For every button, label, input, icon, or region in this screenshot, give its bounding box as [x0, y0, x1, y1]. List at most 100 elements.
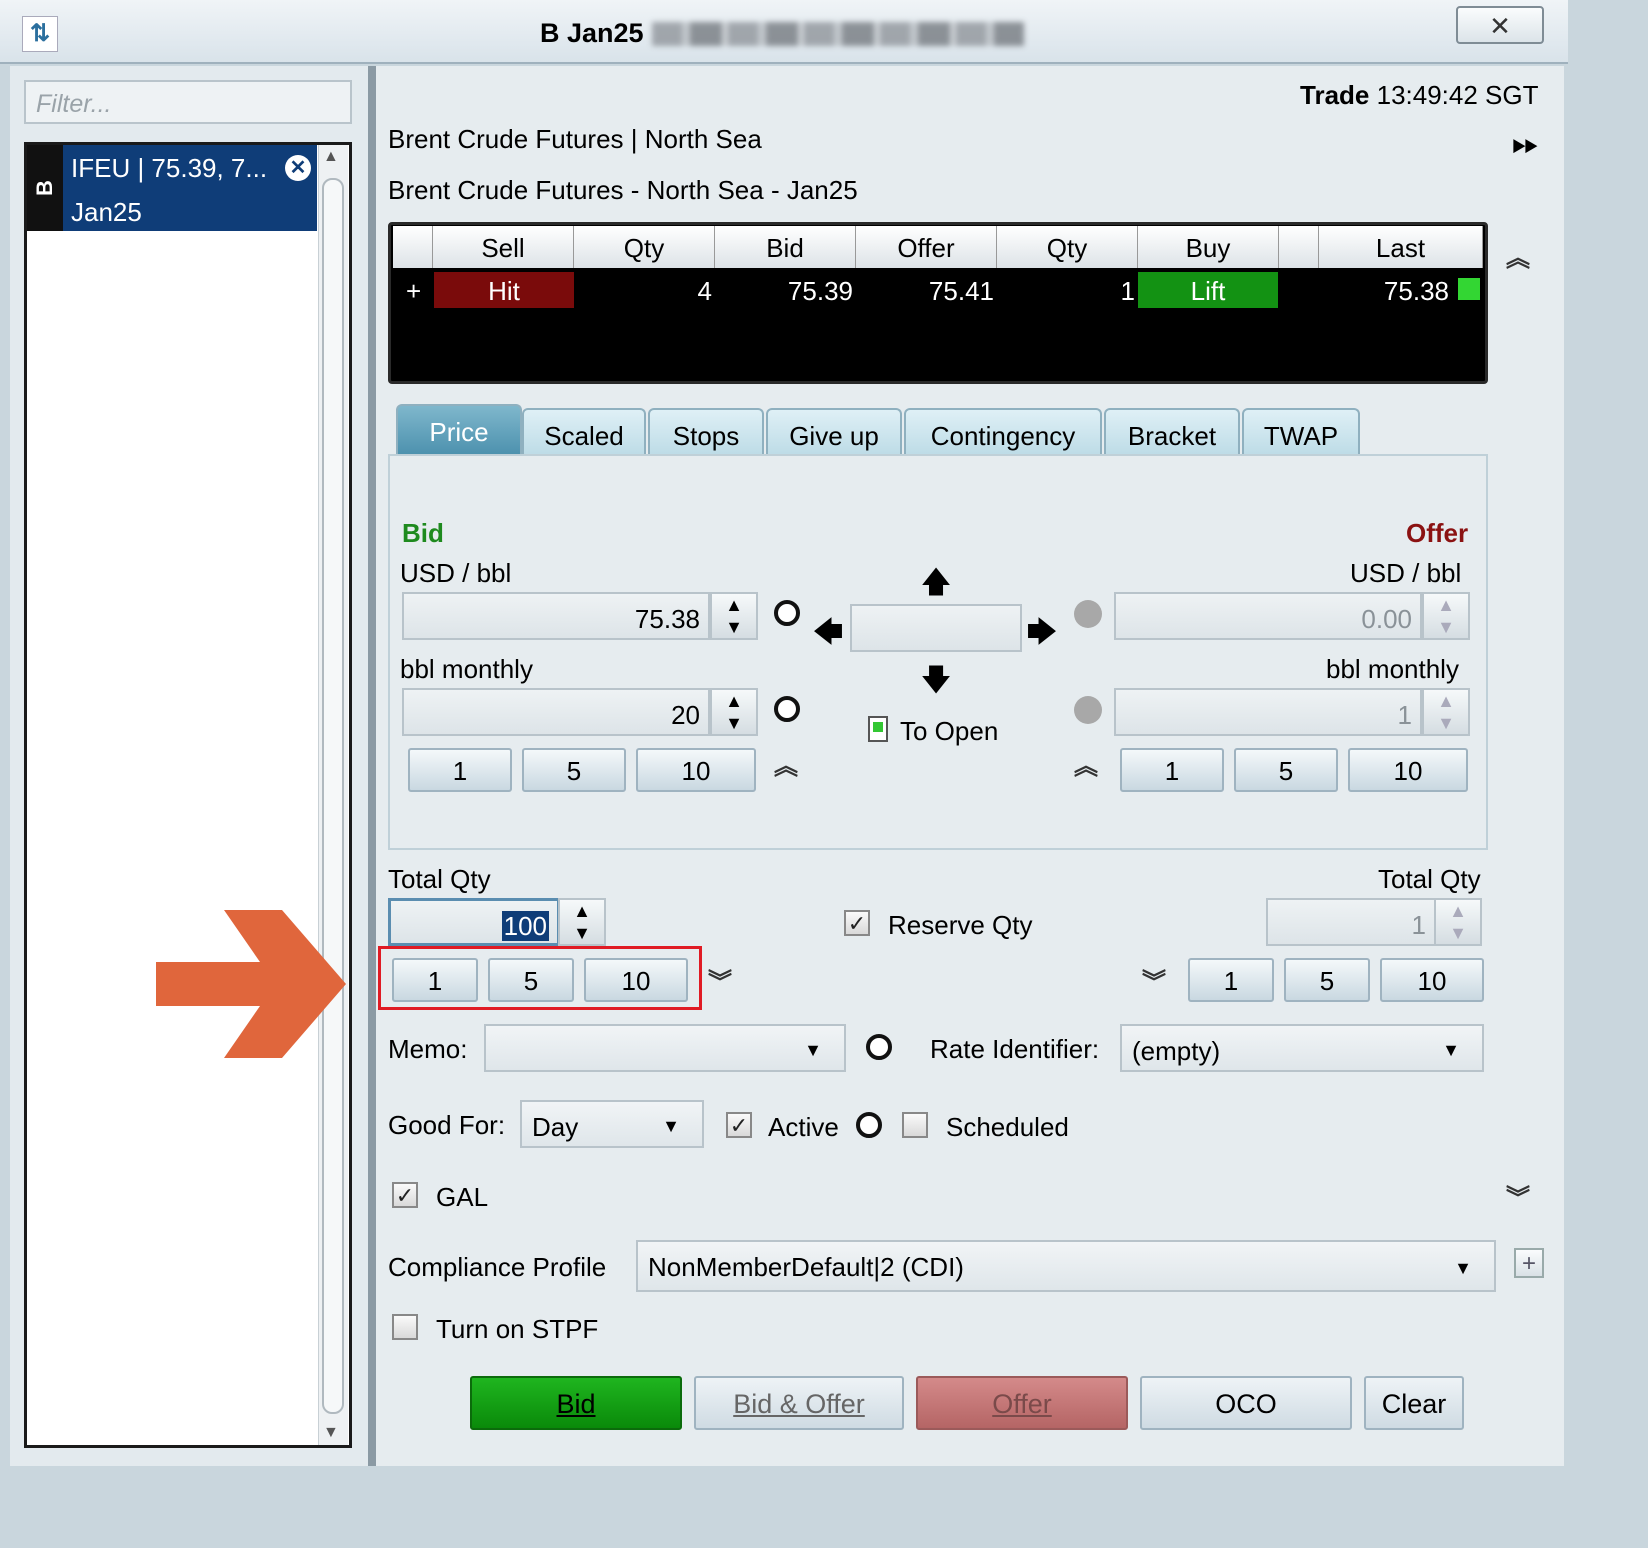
bid-collapse-icon[interactable]: ︽	[774, 746, 798, 781]
scroll-up-icon[interactable]: ▲	[323, 148, 339, 166]
bid-and-offer-button[interactable]: Bid & Offer	[694, 1376, 904, 1430]
last-tick-indicator	[1458, 278, 1480, 300]
last-price: 75.38	[1383, 276, 1449, 306]
scroll-thumb[interactable]	[322, 178, 344, 1414]
offer-unit-label: USD / bbl	[1350, 558, 1462, 588]
memo-radio[interactable]	[866, 1034, 892, 1060]
offer-qty-input[interactable]: 1	[1114, 688, 1422, 736]
offer-total-qty-stepper[interactable]: ▲ ▼	[1434, 898, 1482, 946]
splitter[interactable]	[368, 66, 376, 1466]
center-spread-field[interactable]	[850, 604, 1022, 652]
offer-price-stepper[interactable]: ▲ ▼	[1422, 592, 1470, 640]
bid-qty-stepper[interactable]: ▲ ▼	[710, 688, 758, 736]
trade-time: Trade 13:49:42 SGT	[1300, 80, 1539, 110]
collapse-quotes-icon[interactable]: ︽	[1506, 238, 1530, 273]
swap-arrows-icon[interactable]: ⇅	[22, 16, 58, 52]
rate-identifier-select[interactable]: (empty) ▼	[1120, 1024, 1484, 1072]
tab-stops[interactable]: Stops	[648, 408, 764, 456]
quote-header-offer-qty: Qty	[997, 226, 1138, 268]
tab-scaled[interactable]: Scaled	[522, 408, 646, 456]
offer-total-quick-5-button[interactable]: 5	[1284, 958, 1370, 1002]
tab-twap[interactable]: TWAP	[1242, 408, 1360, 456]
order-list	[24, 142, 352, 1448]
quote-header-last: Last	[1319, 226, 1483, 268]
offer-total-quick-1-button[interactable]: 1	[1188, 958, 1274, 1002]
offer-price-input[interactable]: 0.00	[1114, 592, 1422, 640]
offer-price[interactable]: 75.41	[856, 272, 994, 308]
offer-quick-10-button[interactable]: 10	[1348, 748, 1468, 792]
offer-total-expand-icon[interactable]: ︾	[1142, 962, 1166, 997]
highlight-box	[378, 946, 702, 1010]
list-item[interactable]: IFEU | 75.39, 7... Jan25 ✕	[63, 145, 317, 231]
offer-total-qty-input[interactable]: 1	[1266, 898, 1436, 946]
good-for-select[interactable]: Day ▼	[520, 1100, 704, 1148]
scheduled-checkbox[interactable]	[902, 1112, 928, 1138]
tab-contingency[interactable]: Contingency	[904, 408, 1102, 456]
total-expand-icon[interactable]: ︾	[708, 962, 732, 997]
reserve-qty-checkbox[interactable]: ✓	[844, 910, 870, 936]
bid-quick-10-button[interactable]: 10	[636, 748, 756, 792]
oco-button[interactable]: OCO	[1140, 1376, 1352, 1430]
bid-button[interactable]: Bid	[470, 1376, 682, 1430]
bid-quick-1-button[interactable]: 1	[408, 748, 512, 792]
offer-price-radio[interactable]	[1074, 600, 1102, 628]
annotation-arrow-icon	[156, 910, 346, 1058]
more-options-expand-icon[interactable]: ︾	[1506, 1178, 1530, 1213]
bid-price-radio[interactable]	[774, 600, 800, 626]
quote-header-blank	[393, 226, 433, 268]
bid-quick-5-button[interactable]: 5	[522, 748, 626, 792]
stpf-label: Turn on STPF	[436, 1314, 599, 1344]
offer-quick-5-button[interactable]: 5	[1234, 748, 1338, 792]
instrument-name: Brent Crude Futures | North Sea	[388, 124, 762, 154]
close-button[interactable]: ✕	[1456, 6, 1544, 44]
remove-icon[interactable]: ✕	[285, 155, 311, 181]
redacted-account	[652, 22, 1024, 46]
list-item-subtitle: Jan25	[71, 197, 142, 227]
contract-name: Brent Crude Futures - North Sea - Jan25	[388, 175, 858, 205]
hit-button[interactable]: Hit	[434, 272, 574, 308]
total-qty-stepper[interactable]: ▲ ▼	[558, 898, 606, 946]
lift-button[interactable]: Lift	[1138, 272, 1278, 308]
offer-qty: 1	[1120, 276, 1135, 306]
fast-forward-icon[interactable]: ⏩︎	[1512, 124, 1539, 163]
tab-give-up[interactable]: Give up	[766, 408, 902, 456]
scheduled-label: Scheduled	[946, 1112, 1069, 1142]
tab-price[interactable]: Price	[396, 404, 522, 456]
arrow-right-icon[interactable]: 🡆	[1026, 610, 1058, 661]
add-compliance-icon[interactable]: +	[1514, 1248, 1544, 1278]
offer-qty-radio[interactable]	[1074, 696, 1102, 724]
offer-qty-stepper[interactable]: ▲ ▼	[1422, 688, 1470, 736]
bid-qty: 4	[697, 276, 712, 306]
compliance-profile-select[interactable]: NonMemberDefault|2 (CDI) ▼	[636, 1240, 1496, 1292]
memo-select[interactable]: ▼	[484, 1024, 846, 1072]
bid-price-stepper[interactable]: ▲ ▼	[710, 592, 758, 640]
quote-header-buy: Buy	[1138, 226, 1279, 268]
to-open-checkbox[interactable]	[868, 716, 888, 742]
bid-price[interactable]: 75.39	[715, 272, 853, 308]
offer-total-quick-10-button[interactable]: 10	[1380, 958, 1484, 1002]
gal-checkbox[interactable]: ✓	[392, 1182, 418, 1208]
active-checkbox[interactable]: ✓	[726, 1112, 752, 1138]
offer-quick-1-button[interactable]: 1	[1120, 748, 1224, 792]
arrow-left-icon[interactable]: 🡄	[812, 610, 844, 661]
stpf-checkbox[interactable]	[392, 1314, 418, 1340]
arrow-down-icon[interactable]: 🡇	[920, 658, 952, 709]
reserve-qty-label: Reserve Qty	[888, 910, 1033, 940]
active-radio[interactable]	[856, 1112, 882, 1138]
offer-button[interactable]: Offer	[916, 1376, 1128, 1430]
quote-header-blank-2	[1279, 226, 1319, 268]
tab-bracket[interactable]: Bracket	[1104, 408, 1240, 456]
quote-header-bid: Bid	[715, 226, 856, 268]
bid-qty-input[interactable]: 20	[402, 688, 710, 736]
compliance-profile-label: Compliance Profile	[388, 1252, 607, 1282]
filter-input[interactable]: Filter...	[24, 80, 352, 124]
scroll-down-icon[interactable]: ▼	[323, 1424, 339, 1442]
offer-collapse-icon[interactable]: ︽	[1074, 746, 1098, 781]
bid-qty-radio[interactable]	[774, 696, 800, 722]
total-qty-input[interactable]: 100	[388, 898, 560, 946]
expand-row-icon[interactable]: +	[406, 272, 421, 308]
clear-button[interactable]: Clear	[1364, 1376, 1464, 1430]
gal-label: GAL	[436, 1182, 489, 1212]
bid-price-input[interactable]: 75.38	[402, 592, 710, 640]
list-item-title: IFEU | 75.39, 7...	[71, 153, 268, 183]
